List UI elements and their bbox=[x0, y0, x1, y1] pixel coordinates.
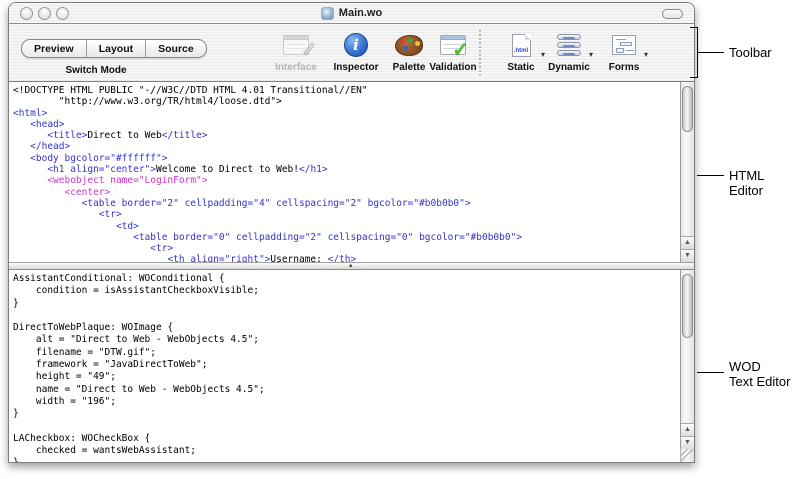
toolbar: Preview Layout Source Switch Mode Interf… bbox=[9, 24, 694, 82]
scroll-up-arrow-icon[interactable]: ▲ bbox=[681, 236, 694, 249]
code-line: } bbox=[13, 408, 678, 420]
wod-editor-callout-line bbox=[697, 372, 724, 373]
html-editor-pane[interactable]: <!DOCTYPE HTML PUBLIC "-//W3C//DTD HTML … bbox=[9, 82, 694, 262]
pane-splitter[interactable]: ▴ bbox=[9, 262, 694, 270]
code-line: <table border="2" cellpadding="4" cellsp… bbox=[13, 198, 678, 209]
html-editor-scrollbar[interactable]: ▲ ▼ bbox=[680, 82, 694, 262]
zoom-button-icon[interactable] bbox=[56, 7, 69, 20]
palette-icon bbox=[395, 35, 423, 56]
code-line: width = "196"; bbox=[13, 396, 678, 408]
code-line bbox=[13, 310, 678, 322]
code-line: <table border="0" cellpadding="2" cellsp… bbox=[13, 232, 678, 243]
code-line: <h1 align="center">Welcome to Direct to … bbox=[13, 164, 678, 175]
toolbar-item-forms[interactable]: ▾ Forms bbox=[592, 30, 656, 73]
window-title-group: Main.wo bbox=[321, 7, 382, 20]
mode-segmented-control: Preview Layout Source bbox=[21, 39, 207, 58]
code-line: height = "49"; bbox=[13, 371, 678, 383]
code-line: <body bgcolor="#ffffff"> bbox=[13, 153, 678, 164]
static-html-icon: .html bbox=[512, 34, 531, 57]
splitter-collapse-icon[interactable]: ▴ bbox=[349, 262, 353, 270]
webobjects-builder-window: Main.wo Preview Layout Source Switch Mod… bbox=[8, 2, 695, 463]
wod-editor-scrollbar[interactable]: ▲ ▼ bbox=[680, 270, 694, 462]
window-title: Main.wo bbox=[339, 7, 382, 19]
code-line: alt = "Direct to Web - WebObjects 4.5"; bbox=[13, 334, 678, 346]
code-line: <webobject name="LoginForm"> bbox=[13, 175, 678, 186]
code-line: <title>Direct to Web</title> bbox=[13, 130, 678, 141]
dropdown-arrow-icon: ▾ bbox=[644, 51, 648, 59]
wod-code[interactable]: AssistantConditional: WOConditional { co… bbox=[13, 273, 678, 462]
code-line: DirectToWebPlaque: WOImage { bbox=[13, 322, 678, 334]
interface-icon bbox=[283, 35, 309, 55]
code-line: } bbox=[13, 457, 678, 462]
code-line: <center> bbox=[13, 187, 678, 198]
toolbar-toggle-button[interactable] bbox=[662, 9, 683, 19]
code-line bbox=[13, 421, 678, 433]
html-code[interactable]: <!DOCTYPE HTML PUBLIC "-//W3C//DTD HTML … bbox=[13, 85, 678, 262]
code-line: LACheckbox: WOCheckBox { bbox=[13, 433, 678, 445]
scroll-up-arrow-icon[interactable]: ▲ bbox=[681, 423, 694, 436]
code-line: <head> bbox=[13, 119, 678, 130]
toolbar-bracket-bottom bbox=[690, 77, 698, 78]
code-line: <html> bbox=[13, 108, 678, 119]
scroll-thumb[interactable] bbox=[682, 274, 693, 338]
toolbar-item-validation[interactable]: ✓ Validation bbox=[421, 30, 485, 73]
code-line: AssistantConditional: WOConditional { bbox=[13, 273, 678, 285]
checkmark-icon: ✓ bbox=[452, 40, 469, 60]
title-bar[interactable]: Main.wo bbox=[9, 3, 694, 24]
validation-icon: ✓ bbox=[440, 35, 466, 55]
switch-mode-caption: Switch Mode bbox=[21, 65, 171, 76]
layout-mode-button[interactable]: Layout bbox=[87, 40, 146, 57]
code-line: checked = wantsWebAssistant; bbox=[13, 445, 678, 457]
minimize-button-icon[interactable] bbox=[38, 7, 51, 20]
wod-editor-pane[interactable]: AssistantConditional: WOConditional { co… bbox=[9, 270, 694, 462]
window-resize-grip[interactable] bbox=[680, 449, 694, 462]
code-line: </head> bbox=[13, 141, 678, 152]
html-editor-callout-line bbox=[697, 175, 724, 176]
toolbar-callout-line bbox=[698, 52, 724, 53]
code-line: <th align="right">Username: </th> bbox=[13, 254, 678, 262]
wod-editor-label: WOD Text Editor bbox=[729, 359, 790, 389]
code-line: <td> bbox=[13, 221, 678, 232]
code-line: } bbox=[13, 298, 678, 310]
scroll-down-arrow-icon[interactable]: ▼ bbox=[681, 249, 694, 262]
scroll-down-arrow-icon[interactable]: ▼ bbox=[681, 436, 694, 449]
code-line: condition = isAssistantCheckboxVisible; bbox=[13, 285, 678, 297]
toolbar-item-interface[interactable]: Interface bbox=[264, 30, 328, 73]
document-icon bbox=[321, 7, 334, 20]
inspector-icon: i bbox=[344, 33, 368, 57]
toolbar-separator bbox=[479, 30, 481, 76]
source-mode-button[interactable]: Source bbox=[146, 40, 206, 57]
scroll-thumb[interactable] bbox=[682, 86, 693, 132]
code-line: "http://www.w3.org/TR/html4/loose.dtd"> bbox=[13, 96, 678, 107]
toolbar-label: Toolbar bbox=[729, 45, 772, 60]
forms-icon bbox=[612, 35, 636, 55]
window-controls bbox=[20, 7, 69, 20]
code-line: <tr> bbox=[13, 209, 678, 220]
code-line: <tr> bbox=[13, 243, 678, 254]
html-editor-label: HTML Editor bbox=[729, 168, 797, 198]
code-line: <!DOCTYPE HTML PUBLIC "-//W3C//DTD HTML … bbox=[13, 85, 678, 96]
code-line: filename = "DTW.gif"; bbox=[13, 347, 678, 359]
screen: Main.wo Preview Layout Source Switch Mod… bbox=[0, 0, 797, 479]
close-button-icon[interactable] bbox=[20, 7, 33, 20]
code-line: framework = "JavaDirectToWeb"; bbox=[13, 359, 678, 371]
code-line: name = "Direct to Web - WebObjects 4.5"; bbox=[13, 384, 678, 396]
dynamic-elements-icon bbox=[557, 34, 581, 56]
preview-mode-button[interactable]: Preview bbox=[22, 40, 87, 57]
